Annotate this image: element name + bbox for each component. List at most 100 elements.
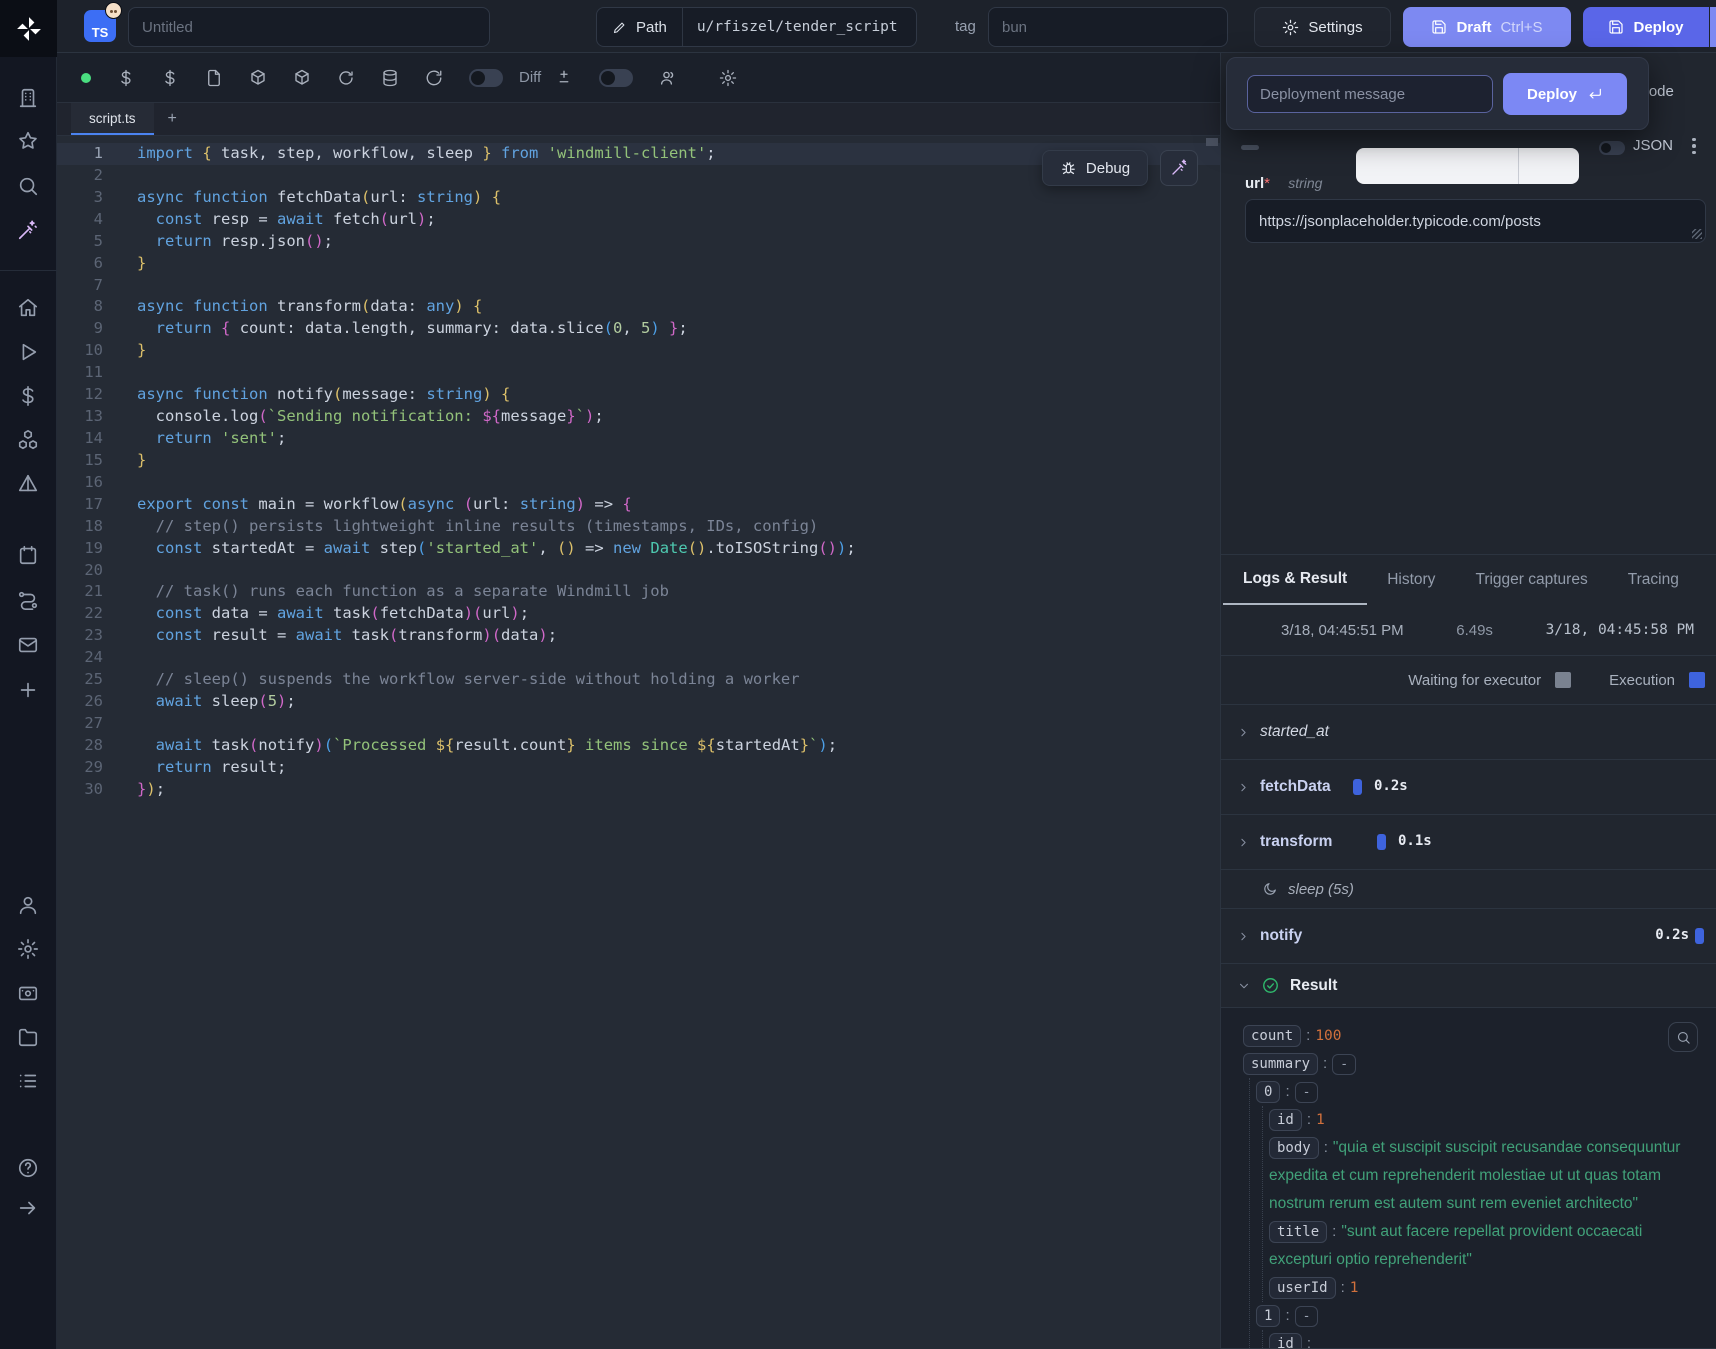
edit-path-button[interactable]: Path xyxy=(597,8,682,46)
runs-icon xyxy=(17,341,39,363)
json-toggle[interactable] xyxy=(1599,141,1625,155)
run-start-time: 3/18, 04:45:51 PM xyxy=(1281,622,1404,639)
windmill-logo-icon xyxy=(16,16,42,42)
collaboration-toggle[interactable] xyxy=(599,69,633,87)
result-row[interactable]: Result xyxy=(1221,964,1716,1008)
json-key[interactable]: title xyxy=(1269,1221,1327,1243)
editor-toolbar: Diff xyxy=(57,53,1220,103)
step-name: fetchData xyxy=(1260,778,1331,796)
sidebar-item-home[interactable] xyxy=(17,297,39,319)
database-icon[interactable] xyxy=(381,69,399,87)
file-icon[interactable] xyxy=(205,69,223,87)
editor-settings-icon[interactable] xyxy=(719,69,737,87)
save-draft-button[interactable]: Draft Ctrl+S xyxy=(1403,7,1571,47)
diff-toggle[interactable] xyxy=(469,69,503,87)
step-row-transform[interactable]: transform0.1s xyxy=(1221,815,1716,870)
popup-deploy-button[interactable]: Deploy xyxy=(1503,73,1627,115)
json-row-1: 1:- xyxy=(1256,1302,1690,1330)
json-collapse-toggle[interactable]: - xyxy=(1295,1306,1319,1327)
kebab-menu-icon[interactable] xyxy=(1683,135,1705,157)
sidebar-item-runs[interactable] xyxy=(17,341,39,363)
result-tab-history[interactable]: History xyxy=(1367,555,1455,605)
sidebar-item-schedules[interactable] xyxy=(17,544,39,566)
editor-scrollbar[interactable] xyxy=(1206,138,1218,146)
package-icon[interactable] xyxy=(249,69,267,87)
sidebar-item-workers[interactable] xyxy=(17,982,39,1004)
result-tab-logs-result[interactable]: Logs & Result xyxy=(1223,555,1367,605)
path-control[interactable]: Path u/rfiszel/tender_script xyxy=(596,7,917,47)
package-icon[interactable] xyxy=(293,69,311,87)
json-key[interactable]: 1 xyxy=(1256,1305,1280,1327)
code-line-13: 13 console.log(`Sending notification: ${… xyxy=(57,406,1220,428)
url-field[interactable]: https://jsonplaceholder.typicode.com/pos… xyxy=(1245,199,1706,243)
sidebar-item-ai-assistant[interactable] xyxy=(17,219,39,241)
execution-bar xyxy=(1377,834,1386,850)
json-key[interactable]: summary xyxy=(1243,1053,1318,1075)
step-row-started_at[interactable]: started_at xyxy=(1221,705,1716,760)
sidebar-item-create[interactable] xyxy=(17,679,39,701)
sidebar-item-messages[interactable] xyxy=(17,634,39,656)
json-key[interactable]: body xyxy=(1269,1137,1319,1159)
messages-icon xyxy=(17,634,39,656)
code-line-24: 24 xyxy=(57,647,1220,669)
script-title-input[interactable]: Untitled xyxy=(128,7,490,47)
step-row-sleep-5s-: sleep (5s) xyxy=(1221,870,1716,909)
sidebar-item-resources[interactable] xyxy=(17,429,39,451)
refresh-icon[interactable] xyxy=(425,69,443,87)
code-line-10: 10} xyxy=(57,340,1220,362)
chevron-right-icon xyxy=(1237,781,1250,794)
sidebar-item-variables[interactable] xyxy=(17,385,39,407)
windmill-logo[interactable] xyxy=(0,0,57,57)
sidebar-item-assets[interactable] xyxy=(17,473,39,495)
groups-icon xyxy=(17,1070,39,1092)
step-row-fetchData[interactable]: fetchData0.2s xyxy=(1221,760,1716,815)
variable-icon[interactable] xyxy=(117,69,135,87)
code-editor[interactable]: 1import { task, step, workflow, sleep } … xyxy=(57,136,1220,1349)
sidebar-item-help[interactable] xyxy=(17,1157,39,1179)
enter-icon xyxy=(1587,86,1603,102)
step-row-notify[interactable]: notify0.2s xyxy=(1221,909,1716,964)
deployment-message-placeholder: Deployment message xyxy=(1260,86,1405,103)
step-duration: 0.1s xyxy=(1398,833,1432,849)
code-line-5: 5 return resp.json(); xyxy=(57,231,1220,253)
sidebar-item-search[interactable] xyxy=(17,175,39,197)
windmill-script-editor: TS Untitled Path u/rfiszel/tender_script… xyxy=(0,0,1716,1349)
test-button[interactable] xyxy=(1356,148,1579,184)
json-key[interactable]: id xyxy=(1269,1109,1302,1131)
json-key[interactable]: userId xyxy=(1269,1277,1336,1299)
json-row-body: body:"quia et suscipit suscipit recusand… xyxy=(1269,1134,1690,1218)
sidebar-item-groups[interactable] xyxy=(17,1070,39,1092)
sidebar-item-account[interactable] xyxy=(17,894,39,916)
json-key[interactable]: count xyxy=(1243,1025,1301,1047)
step-duration: 0.2s xyxy=(1655,927,1689,943)
panel-drag-handle[interactable] xyxy=(1241,145,1259,150)
sidebar-item-collapse[interactable] xyxy=(17,1197,39,1219)
code-line-15: 15} xyxy=(57,450,1220,472)
ai-fix-button[interactable] xyxy=(1160,150,1198,186)
sidebar-item-favorites[interactable] xyxy=(17,130,39,152)
new-tab-button[interactable]: + xyxy=(154,103,191,135)
result-tab-tracing[interactable]: Tracing xyxy=(1608,555,1699,605)
json-collapse-toggle[interactable]: - xyxy=(1295,1082,1319,1103)
tag-input[interactable]: bun xyxy=(988,7,1228,47)
execution-swatch xyxy=(1689,672,1705,688)
secret-variable-icon[interactable] xyxy=(161,69,179,87)
deploy-button[interactable]: Deploy xyxy=(1583,7,1709,47)
json-key[interactable]: id xyxy=(1269,1333,1302,1348)
json-collapse-toggle[interactable]: - xyxy=(1332,1054,1356,1075)
sidebar-item-workspace[interactable] xyxy=(17,87,39,109)
step-name: started_at xyxy=(1260,723,1329,741)
settings-button[interactable]: Settings xyxy=(1254,7,1391,47)
json-search-button[interactable] xyxy=(1668,1022,1698,1052)
rotate-icon[interactable] xyxy=(337,69,355,87)
deploy-options-button[interactable] xyxy=(1710,7,1716,47)
result-tab-trigger-captures[interactable]: Trigger captures xyxy=(1455,555,1607,605)
debug-button[interactable]: Debug xyxy=(1042,150,1148,186)
sidebar-item-settings[interactable] xyxy=(17,938,39,960)
tab-script-ts[interactable]: script.ts xyxy=(71,103,154,135)
typescript-badge: TS xyxy=(84,10,116,42)
json-key[interactable]: 0 xyxy=(1256,1081,1280,1103)
sidebar-item-flows[interactable] xyxy=(17,589,39,611)
deployment-message-input[interactable]: Deployment message xyxy=(1247,75,1493,113)
sidebar-item-folders[interactable] xyxy=(17,1026,39,1048)
